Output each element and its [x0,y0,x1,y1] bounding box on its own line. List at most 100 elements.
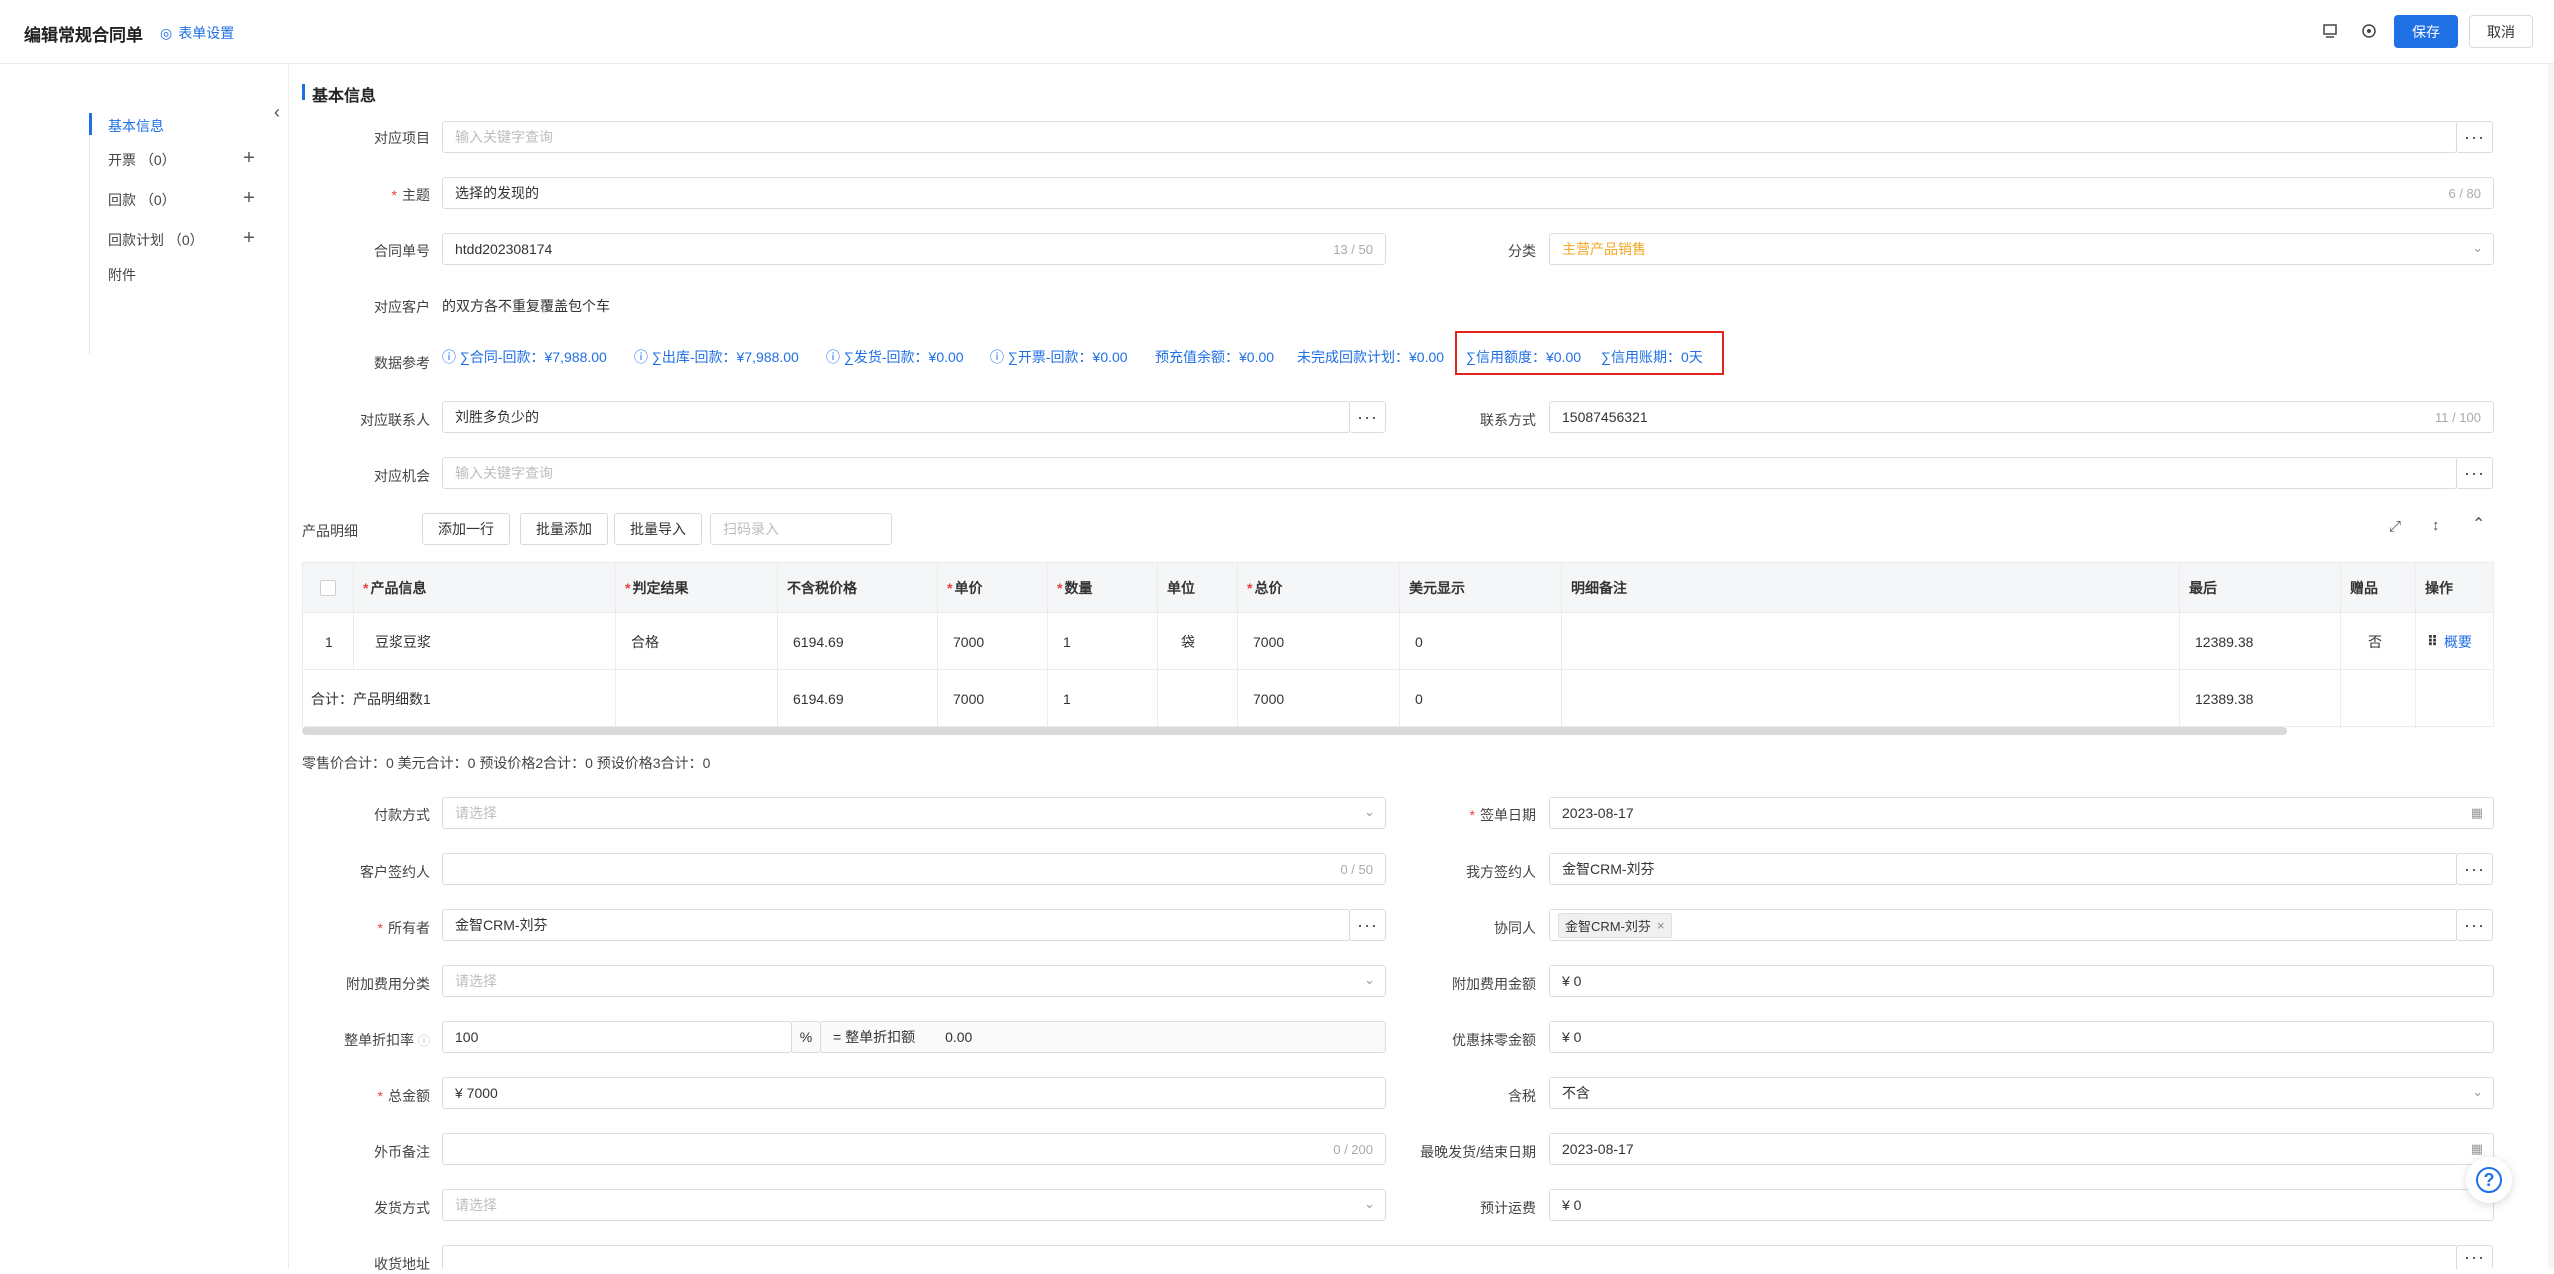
chevron-down-icon: ⌄ [1364,804,1375,819]
collaborator-more-button[interactable]: ··· [2456,909,2493,941]
row-price-ex-tax[interactable]: 6194.69 [777,613,844,670]
row-result[interactable]: 合格 [615,613,659,670]
our-signer-more-button[interactable]: ··· [2456,853,2493,885]
help-circle-icon[interactable] [2359,21,2379,41]
data-ref-item-2[interactable]: ⓘ ∑出库-回款：¥7,988.00 [634,347,799,367]
col-unit-price[interactable]: * 单价 [937,563,1047,613]
cancel-button[interactable]: 取消 [2469,15,2533,48]
drag-handle-icon[interactable]: ⠿ [2427,633,2438,650]
batch-import-button[interactable]: 批量导入 [614,513,702,545]
batch-add-button[interactable]: 批量添加 [520,513,608,545]
col-result[interactable]: * 判定结果 [615,563,777,613]
sign-date-input[interactable]: 2023-08-17 ▦ [1549,797,2494,829]
data-ref-item-1[interactable]: ⓘ ∑合同-回款：¥7,988.00 [442,347,607,367]
fx-remark-input[interactable]: 0 / 200 [442,1133,1386,1165]
row-unit[interactable]: 袋 [1157,613,1195,670]
save-button[interactable]: 保存 [2394,15,2458,48]
question-icon: ? [2476,1167,2502,1193]
sidebar-item-basic-info[interactable]: 基本信息 [89,113,164,136]
opportunity-input[interactable]: 输入关键字查询 [442,457,2457,489]
chevron-up-icon[interactable]: ⌃ [2472,514,2485,534]
col-remark[interactable]: 明细备注 [1561,563,2179,613]
chevron-left-icon[interactable]: ‹ [274,102,280,123]
owner-input[interactable]: 金智CRM-刘芬 [442,909,1350,941]
contact-method-input[interactable]: 15087456321 11 / 100 [1549,401,2494,433]
opportunity-more-button[interactable]: ··· [2456,457,2493,489]
our-signer-input[interactable]: 金智CRM-刘芬 [1549,853,2457,885]
row-unit-price[interactable]: 7000 [937,613,984,670]
subject-input[interactable]: 选择的发现的 6 / 80 [442,177,2494,209]
our-signer-label: 我方签约人 [1466,864,1536,880]
table-header: * 产品信息 * 判定结果 不含税价格 * 单价 * 数量 单位 * 总价 美元显示 明细… [303,563,2493,613]
data-ref-item-4[interactable]: ⓘ ∑开票-回款：¥0.00 [990,347,1128,367]
row-remark[interactable] [1561,613,1577,670]
form-settings-link[interactable]: ◎ 表单设置 [160,23,234,43]
tax-select[interactable]: 不含 ⌄ [1549,1077,2494,1109]
contact-input[interactable]: 刘胜多负少的 [442,401,1350,433]
add-payment-plan-icon[interactable]: + [241,228,257,248]
subject-label: * 主题 [391,187,430,203]
col-last[interactable]: 最后 [2179,563,2340,613]
customer-signer-input[interactable]: 0 / 50 [442,853,1386,885]
sidebar-item-payment[interactable]: 回款 （0） [108,190,176,210]
rounding-input[interactable]: ¥ 0 [1549,1021,2494,1053]
project-more-button[interactable]: ··· [2456,121,2493,153]
col-unit[interactable]: 单位 [1157,563,1237,613]
collaborator-input[interactable]: 金智CRM-刘芬 × [1549,909,2457,941]
select-all-checkbox[interactable] [303,563,353,613]
col-qty[interactable]: * 数量 [1047,563,1157,613]
summary-total: 7000 [1253,690,1285,707]
discount-eq-label: = 整单折扣额 [833,1029,916,1045]
row-product[interactable]: 豆浆豆浆 [353,613,615,670]
col-total[interactable]: * 总价 [1237,563,1399,613]
ship-method-select[interactable]: 请选择 ⌄ [442,1189,1386,1221]
contact-more-button[interactable]: ··· [1349,401,1386,433]
category-select[interactable]: 主营产品销售 ⌄ [1549,233,2494,265]
row-total[interactable]: 7000 [1237,613,1284,670]
sidebar-item-payment-plan[interactable]: 回款计划 （0） [108,230,204,250]
discount-rate-value: 100 [455,1029,479,1045]
total-amt-input[interactable]: ¥ 7000 [442,1077,1386,1109]
extra-fee-cat-select[interactable]: 请选择 ⌄ [442,965,1386,997]
row-gift[interactable]: 否 [2340,613,2382,670]
contract-no-input[interactable]: htdd202308174 13 / 50 [442,233,1386,265]
question-icon: ⓘ [442,349,456,365]
add-invoice-icon[interactable]: + [241,148,257,168]
resize-vertical-icon[interactable]: ↕ [2432,517,2440,534]
help-button[interactable]: ? [2466,1157,2512,1203]
sidebar-item-attachment[interactable]: 附件 [108,265,136,285]
summary-link[interactable]: 概要 [2444,632,2472,652]
row-action[interactable]: ⠿ 概要 [2415,613,2472,670]
address-input[interactable] [442,1245,2457,1269]
col-gift[interactable]: 赠品 [2340,563,2415,613]
add-payment-icon[interactable]: + [241,188,257,208]
data-ref-item-3[interactable]: ⓘ ∑发货-回款：¥0.00 [826,347,964,367]
last-ship-date-label: 最晚发货/结束日期 [1420,1144,1536,1160]
address-more-button[interactable]: ··· [2456,1245,2493,1269]
add-row-button[interactable]: 添加一行 [422,513,510,545]
last-ship-date-input[interactable]: 2023-08-17 ▦ [1549,1133,2494,1165]
col-price-ex-tax[interactable]: 不含税价格 [777,563,937,613]
sidebar-item-invoice[interactable]: 开票 （0） [108,150,176,170]
table-horizontal-scrollbar[interactable] [302,727,2287,735]
payment-select[interactable]: 请选择 ⌄ [442,797,1386,829]
contract-no-label: 合同单号 [374,243,430,259]
scan-input[interactable]: 扫码录入 [710,513,892,545]
col-product[interactable]: * 产品信息 [353,563,615,613]
est-freight-input[interactable]: ¥ 0 [1549,1189,2494,1221]
close-icon[interactable]: × [1657,918,1665,933]
row-last[interactable]: 12389.38 [2179,613,2253,670]
owner-more-button[interactable]: ··· [1349,909,1386,941]
fullscreen-icon[interactable]: ⤢ [2389,518,2401,535]
sidebar-track [89,114,90,354]
row-qty[interactable]: 1 [1047,613,1071,670]
page-scrollbar[interactable] [2548,64,2554,1269]
row-usd[interactable]: 0 [1399,613,1423,670]
payment-label: 付款方式 [374,807,430,823]
extra-fee-amt-input[interactable]: ¥ 0 [1549,965,2494,997]
project-input[interactable]: 输入关键字查询 [442,121,2457,153]
customer-label: 对应客户 [374,299,430,315]
discount-rate-input[interactable]: 100 [442,1021,792,1053]
monitor-icon[interactable] [2320,21,2340,41]
col-usd[interactable]: 美元显示 [1399,563,1561,613]
